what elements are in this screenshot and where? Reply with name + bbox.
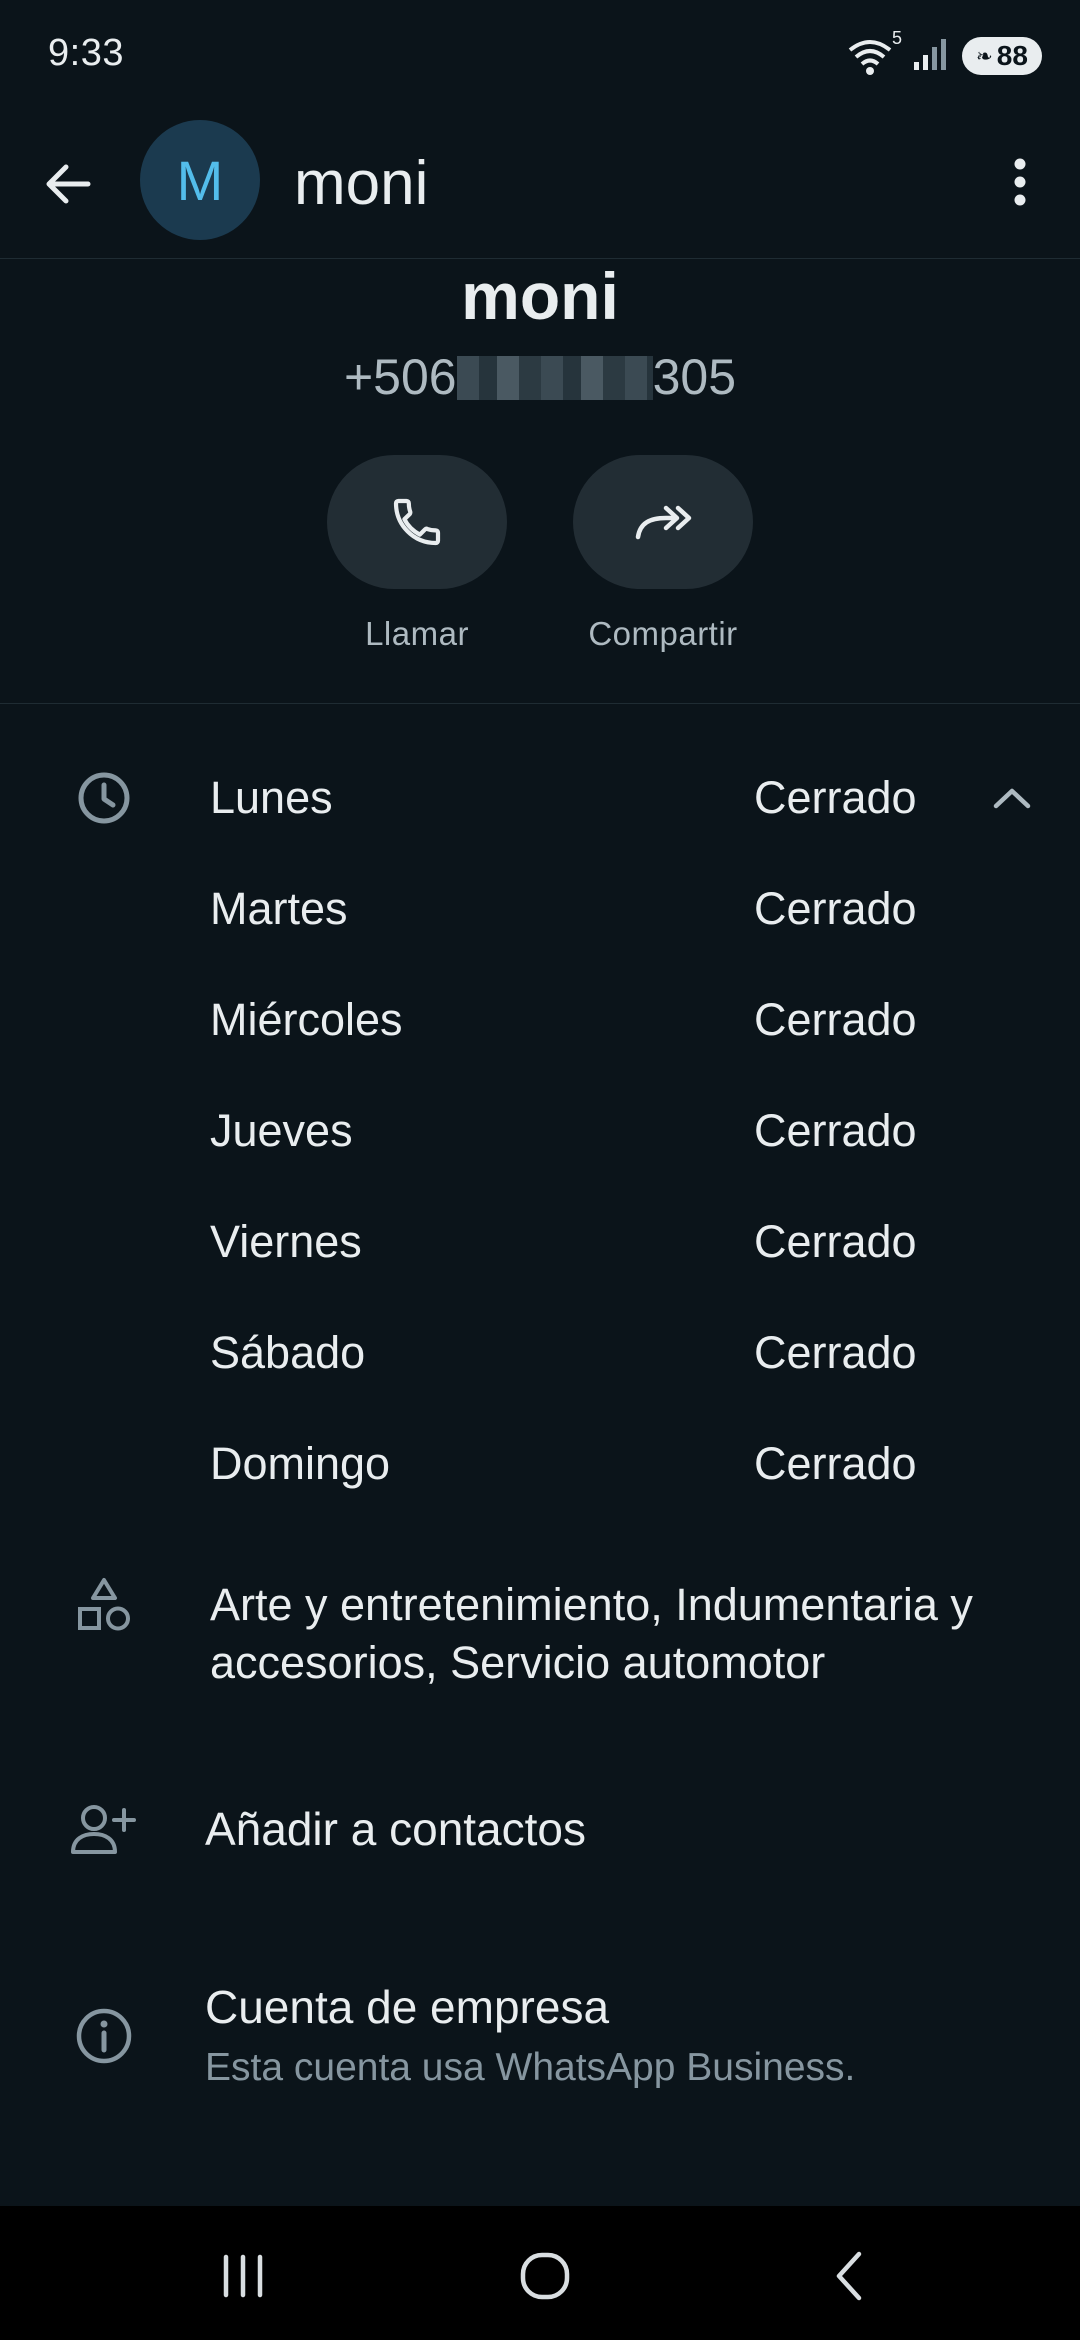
collapse-hours-button[interactable] (982, 778, 1042, 818)
recents-button[interactable] (188, 2236, 298, 2316)
status-time: 9:33 (48, 32, 124, 74)
hours-status: Cerrado (754, 1438, 917, 1489)
hours-row-wednesday: Miércoles Cerrado (210, 994, 930, 1064)
share-label: Compartir (588, 615, 738, 652)
status-bar: 9:33 5 ❧ 88 (0, 0, 1080, 110)
hours-row-thursday: Jueves Cerrado (210, 1105, 930, 1175)
hours-status: Cerrado (754, 883, 917, 934)
arrow-left-icon (46, 164, 91, 204)
signal-icon (912, 36, 948, 77)
app-title[interactable]: moni (294, 148, 428, 219)
hours-day: Miércoles (210, 994, 403, 1045)
divider (0, 703, 1080, 704)
hours-status: Cerrado (754, 1105, 917, 1156)
back-nav-button[interactable] (794, 2236, 904, 2316)
hours-row-friday: Viernes Cerrado (210, 1216, 930, 1286)
home-button[interactable] (490, 2236, 600, 2316)
battery-icon: ❧ 88 (962, 37, 1042, 75)
hours-day: Sábado (210, 1327, 366, 1378)
more-vert-icon (1014, 158, 1026, 206)
recents-icon (223, 2254, 263, 2298)
hours-row-tuesday: Martes Cerrado (210, 883, 930, 953)
add-to-contacts-label: Añadir a contactos (205, 1803, 587, 1855)
system-nav-bar (0, 2206, 1080, 2340)
info-icon (76, 2008, 132, 2064)
person-add-icon (71, 1805, 136, 1854)
wifi-badge: 5 (891, 28, 902, 48)
category-line-2: accesorios, Servicio automotor (210, 1637, 826, 1688)
clock-icon (78, 772, 130, 824)
shapes-icon (78, 1578, 130, 1631)
share-button[interactable] (573, 455, 753, 589)
actions-row: Llamar Compartir (0, 455, 1080, 665)
hours-status: Cerrado (754, 1216, 917, 1267)
business-account-subtitle: Esta cuenta usa WhatsApp Business. (205, 2046, 856, 2089)
business-category: Arte y entretenimiento, Indumentaria y a… (210, 1576, 1060, 1692)
phone-suffix: 305 (652, 349, 737, 405)
phone-prefix: +506 (343, 349, 457, 405)
back-button[interactable] (30, 146, 106, 222)
category-line-1: Arte y entretenimiento, Indumentaria y (210, 1579, 973, 1630)
battery-level: 88 (996, 40, 1028, 71)
home-icon (520, 2252, 570, 2300)
status-icons: 5 ❧ 88 (846, 28, 1042, 78)
avatar[interactable]: M (140, 120, 260, 240)
screen: 9:33 5 ❧ 88 M moni moni +506 305 Llamar … (0, 0, 1080, 2340)
hours-row-sunday: Domingo Cerrado (210, 1438, 930, 1508)
share-action[interactable]: Compartir (553, 455, 773, 653)
hours-status: Cerrado (754, 772, 917, 823)
wifi-icon: 5 (846, 28, 902, 76)
profile-name: moni (461, 259, 619, 333)
call-label: Llamar (365, 615, 469, 652)
hours-row-saturday: Sábado Cerrado (210, 1327, 930, 1397)
profile-phone: +506 305 (0, 348, 1080, 406)
chevron-up-icon (993, 788, 1031, 809)
phone-redaction (456, 356, 653, 400)
battery-saver-icon: ❧ (976, 45, 993, 68)
phone-icon (393, 498, 441, 546)
more-options-button[interactable] (980, 142, 1060, 222)
add-to-contacts-button[interactable]: Añadir a contactos (0, 1790, 1080, 1872)
call-button[interactable] (327, 455, 507, 589)
hours-day: Domingo (210, 1438, 391, 1489)
business-account-title[interactable]: Cuenta de empresa (205, 1980, 609, 2034)
hours-day: Martes (210, 883, 348, 934)
hours-row-monday: Lunes Cerrado (210, 772, 930, 842)
hours-status: Cerrado (754, 1327, 917, 1378)
share-forward-icon (635, 505, 692, 540)
app-bar: M moni (0, 110, 1080, 259)
hours-status: Cerrado (754, 994, 917, 1045)
avatar-initial: M (176, 148, 224, 212)
hours-day: Lunes (210, 772, 333, 823)
call-action[interactable]: Llamar (307, 455, 527, 653)
hours-day: Jueves (210, 1105, 353, 1156)
back-nav-icon (836, 2251, 862, 2301)
hours-day: Viernes (210, 1216, 362, 1267)
